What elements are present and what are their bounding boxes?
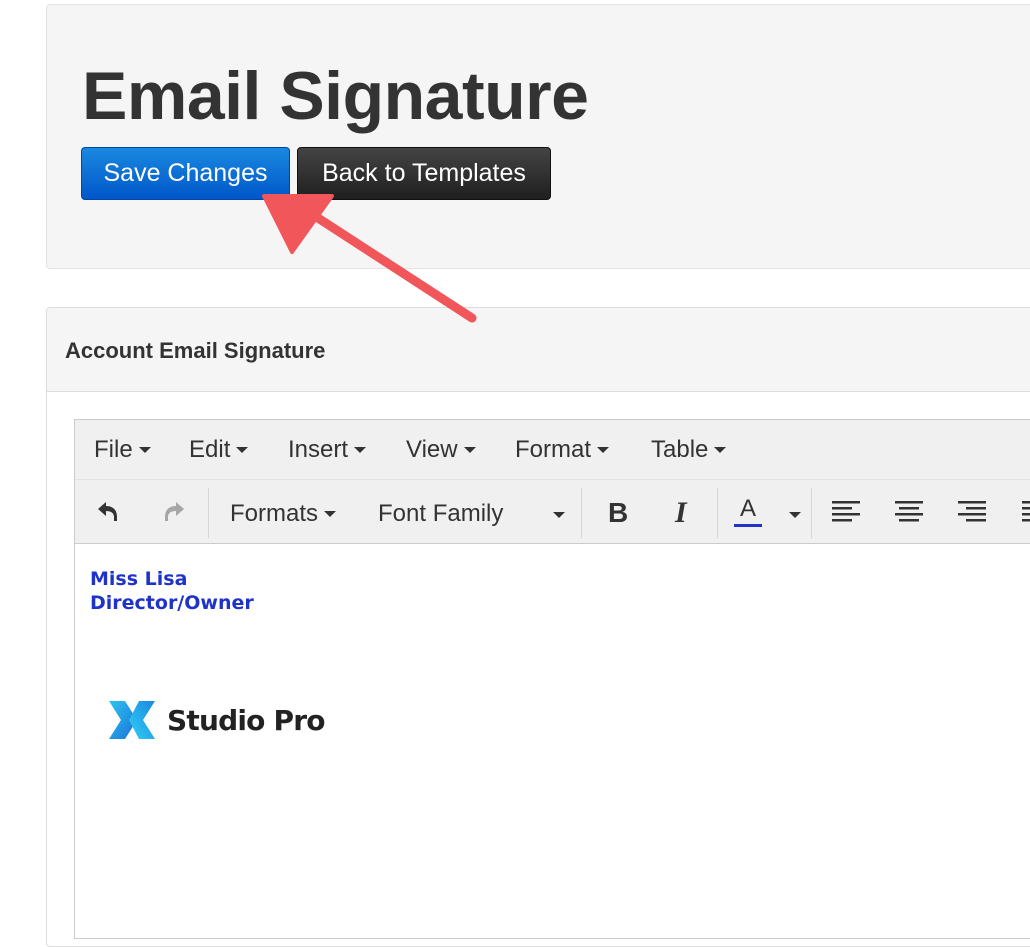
align-center-button[interactable] (892, 492, 926, 532)
signature-name: Miss Lisa (90, 568, 188, 590)
toolbar-separator (581, 488, 582, 538)
header-panel (46, 4, 1030, 269)
text-color-icon (734, 524, 762, 527)
menu-insert-label: Insert (288, 436, 349, 463)
toolbar-separator (717, 488, 718, 538)
align-left-icon (832, 501, 860, 522)
svg-text:I: I (674, 497, 688, 527)
chevron-down-icon (354, 447, 367, 453)
chevron-down-icon[interactable] (789, 512, 801, 518)
bold-icon: B (608, 497, 628, 527)
editor-content[interactable]: Miss Lisa Director/Owner Studio Pro (75, 544, 1030, 938)
studio-pro-logo: Studio Pro (107, 698, 325, 742)
align-center-icon (895, 501, 923, 522)
chevron-down-icon (463, 447, 476, 453)
align-right-icon (958, 501, 986, 522)
rich-text-editor: File Edit Insert View Format Table Forma… (74, 419, 1030, 939)
align-right-button[interactable] (955, 492, 989, 532)
signature-panel-heading: Account Email Signature (47, 308, 1030, 392)
redo-button[interactable] (157, 492, 191, 532)
toolbar-separator (811, 488, 812, 538)
formats-dropdown[interactable]: Formats (230, 500, 337, 528)
chevron-down-icon (597, 447, 610, 453)
italic-button[interactable]: I (665, 492, 699, 532)
chevron-down-icon (714, 447, 727, 453)
font-family-label: Font Family (378, 500, 504, 527)
save-changes-button[interactable]: Save Changes (81, 147, 290, 200)
formats-label: Formats (230, 500, 319, 527)
menu-view-label: View (406, 436, 458, 463)
signature-role: Director/Owner (90, 592, 254, 614)
menu-edit-label: Edit (189, 436, 231, 463)
editor-menubar: File Edit Insert View Format Table (75, 420, 1030, 480)
menu-file-label: File (94, 436, 133, 463)
svg-text:B: B (608, 497, 628, 527)
menu-insert[interactable]: Insert (288, 436, 367, 464)
back-to-templates-button[interactable]: Back to Templates (297, 147, 551, 200)
text-color-letter: A (739, 495, 756, 522)
undo-button[interactable] (91, 492, 125, 532)
menu-view[interactable]: View (406, 436, 476, 464)
chevron-down-icon (236, 447, 249, 453)
align-left-button[interactable] (829, 492, 863, 532)
redo-icon (165, 502, 184, 521)
chevron-down-icon (138, 447, 151, 453)
menu-table[interactable]: Table (651, 436, 727, 464)
text-color-button[interactable]: A (731, 492, 765, 532)
justify-icon (1022, 501, 1030, 522)
undo-icon (98, 502, 117, 521)
font-family-dropdown[interactable]: Font Family (378, 500, 503, 528)
menu-edit[interactable]: Edit (189, 436, 249, 464)
chevron-down-icon[interactable] (553, 512, 565, 518)
editor-toolbar: Formats Font Family B I A (75, 480, 1030, 544)
page-title: Email Signature (82, 58, 589, 134)
menu-file[interactable]: File (94, 436, 151, 464)
toolbar-separator (208, 488, 209, 538)
italic-icon: I (674, 497, 688, 527)
menu-format-label: Format (515, 436, 592, 463)
signature-panel-title: Account Email Signature (65, 338, 326, 363)
studio-pro-logo-text: Studio Pro (167, 703, 325, 737)
studio-pro-logo-icon (109, 701, 155, 739)
bold-button[interactable]: B (601, 492, 635, 532)
menu-table-label: Table (651, 436, 709, 463)
chevron-down-icon (324, 511, 337, 517)
justify-button[interactable] (1019, 492, 1030, 532)
menu-format[interactable]: Format (515, 436, 610, 464)
